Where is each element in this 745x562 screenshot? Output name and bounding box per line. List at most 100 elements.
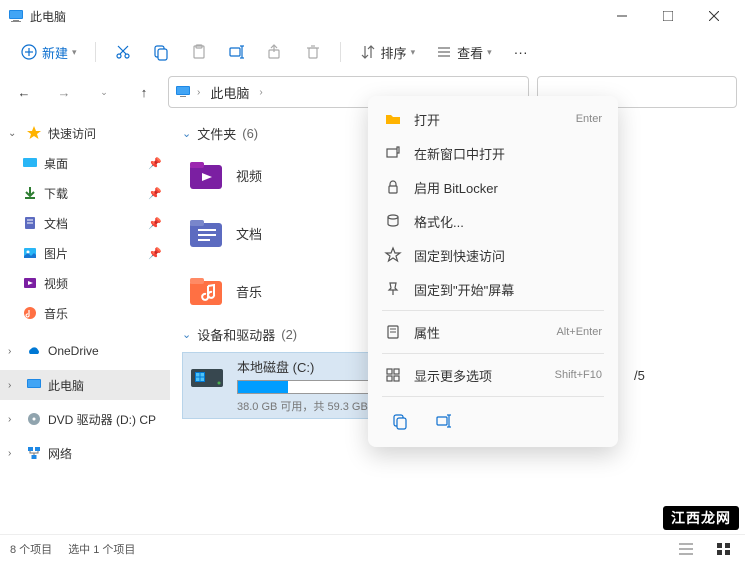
- ctx-rename-button[interactable]: [426, 405, 462, 437]
- chevron-down-icon: ⌄: [182, 127, 191, 140]
- sidebar-documents[interactable]: 文档 📌: [0, 208, 170, 238]
- watermark: 江西龙网: [663, 506, 739, 530]
- more-options-icon: [384, 366, 402, 384]
- folder-label: 视频: [236, 166, 262, 185]
- sidebar-item-label: DVD 驱动器 (D:) CP: [48, 411, 156, 428]
- pin-icon: 📌: [148, 157, 162, 170]
- share-button[interactable]: [258, 39, 292, 65]
- ctx-format[interactable]: 格式化...: [374, 204, 612, 238]
- cut-button[interactable]: [106, 39, 140, 65]
- sidebar-downloads[interactable]: 下载 📌: [0, 178, 170, 208]
- new-button-label: 新建: [42, 43, 68, 62]
- this-pc-icon: [26, 377, 42, 393]
- sidebar-pictures[interactable]: 图片 📌: [0, 238, 170, 268]
- section-count: (6): [242, 126, 258, 141]
- view-button[interactable]: 查看 ▾: [427, 39, 500, 66]
- overlay-text: /5: [634, 368, 645, 383]
- minimize-button[interactable]: [599, 0, 645, 32]
- chevron-right-icon: ›: [8, 346, 20, 357]
- format-icon: [384, 212, 402, 230]
- document-icon: [22, 215, 38, 231]
- sidebar-dvd[interactable]: › DVD 驱动器 (D:) CP: [0, 404, 170, 434]
- tiles-view-button[interactable]: [713, 540, 735, 558]
- sidebar-this-pc[interactable]: › 此电脑: [0, 370, 170, 400]
- separator: [382, 310, 604, 311]
- sidebar-onedrive[interactable]: › OneDrive: [0, 336, 170, 366]
- plus-circle-icon: [20, 43, 38, 61]
- sidebar: ⌄ 快速访问 桌面 📌 下载 📌 文档 📌 图片 📌 视频: [0, 112, 170, 534]
- rename-button[interactable]: [220, 39, 254, 65]
- desktop-icon: [22, 155, 38, 171]
- section-label: 文件夹: [197, 124, 236, 143]
- download-icon: [22, 185, 38, 201]
- chevron-down-icon: ▾: [72, 47, 77, 58]
- chevron-right-icon: ›: [8, 380, 20, 391]
- sidebar-music[interactable]: 音乐: [0, 298, 170, 328]
- sidebar-item-label: 文档: [44, 215, 68, 232]
- ctx-open[interactable]: 打开 Enter: [374, 102, 612, 136]
- sidebar-item-label: 下载: [44, 185, 68, 202]
- sort-icon: [359, 43, 377, 61]
- picture-icon: [22, 245, 38, 261]
- chevron-right-icon: ›: [8, 448, 20, 459]
- ctx-accelerator: Shift+F10: [555, 369, 602, 381]
- trash-icon: [304, 43, 322, 61]
- details-view-button[interactable]: [675, 540, 697, 558]
- status-item-count: 8 个项目: [10, 541, 52, 557]
- sidebar-videos[interactable]: 视频: [0, 268, 170, 298]
- ctx-bitlocker[interactable]: 启用 BitLocker: [374, 170, 612, 204]
- drive-name: 本地磁盘 (C:): [237, 357, 377, 376]
- ctx-copy-button[interactable]: [382, 405, 418, 437]
- pin-icon: [384, 280, 402, 298]
- this-pc-icon: [175, 84, 191, 100]
- video-icon: [22, 275, 38, 291]
- breadcrumb-segment[interactable]: 此电脑: [206, 81, 253, 104]
- sidebar-item-label: 此电脑: [48, 377, 84, 394]
- lock-icon: [384, 178, 402, 196]
- ctx-pin-start[interactable]: 固定到"开始"屏幕: [374, 272, 612, 306]
- section-label: 设备和驱动器: [197, 325, 275, 344]
- chevron-right-icon: ›: [259, 87, 262, 98]
- sidebar-item-label: 快速访问: [48, 125, 96, 142]
- ctx-open-new-window[interactable]: 在新窗口中打开: [374, 136, 612, 170]
- sidebar-desktop[interactable]: 桌面 📌: [0, 148, 170, 178]
- toolbar: 新建 ▾ 排序 ▾ 查看 ▾ ···: [0, 32, 745, 72]
- drive-info: 本地磁盘 (C:) 38.0 GB 可用，共 59.3 GB: [237, 357, 377, 414]
- forward-button[interactable]: →: [48, 76, 80, 108]
- paste-button[interactable]: [182, 39, 216, 65]
- drive-subtext: 38.0 GB 可用，共 59.3 GB: [237, 398, 377, 414]
- sort-button[interactable]: 排序 ▾: [351, 39, 424, 66]
- close-button[interactable]: [691, 0, 737, 32]
- chevron-right-icon: ›: [8, 414, 20, 425]
- separator: [382, 353, 604, 354]
- new-button[interactable]: 新建 ▾: [12, 39, 85, 66]
- sidebar-quick-access[interactable]: ⌄ 快速访问: [0, 118, 170, 148]
- ctx-pin-quick-access[interactable]: 固定到快速访问: [374, 238, 612, 272]
- ctx-accelerator: Alt+Enter: [556, 326, 602, 338]
- copy-button[interactable]: [144, 39, 178, 65]
- ctx-more-options[interactable]: 显示更多选项 Shift+F10: [374, 358, 612, 392]
- ctx-action-row: [374, 401, 612, 441]
- folder-label: 音乐: [236, 282, 262, 301]
- cloud-icon: [26, 343, 42, 359]
- delete-button[interactable]: [296, 39, 330, 65]
- chevron-down-icon: ▾: [411, 47, 416, 58]
- more-button[interactable]: ···: [504, 39, 538, 65]
- ctx-label: 固定到"开始"屏幕: [414, 280, 602, 299]
- pin-icon: 📌: [148, 247, 162, 260]
- ctx-properties[interactable]: 属性 Alt+Enter: [374, 315, 612, 349]
- sidebar-network[interactable]: › 网络: [0, 438, 170, 468]
- ellipsis-icon: ···: [512, 43, 530, 61]
- maximize-button[interactable]: [645, 0, 691, 32]
- copy-icon: [152, 43, 170, 61]
- chevron-down-icon: ⌄: [182, 328, 191, 341]
- drive-usage-bar: [237, 380, 377, 394]
- divider: [95, 42, 96, 62]
- ctx-label: 固定到快速访问: [414, 246, 602, 265]
- recent-button[interactable]: ⌄: [88, 76, 120, 108]
- status-bar: 8 个项目 选中 1 个项目: [0, 534, 745, 562]
- up-button[interactable]: ↑: [128, 76, 160, 108]
- drive-c[interactable]: 本地磁盘 (C:) 38.0 GB 可用，共 59.3 GB: [182, 352, 382, 419]
- back-button[interactable]: ←: [8, 76, 40, 108]
- rename-icon: [228, 43, 246, 61]
